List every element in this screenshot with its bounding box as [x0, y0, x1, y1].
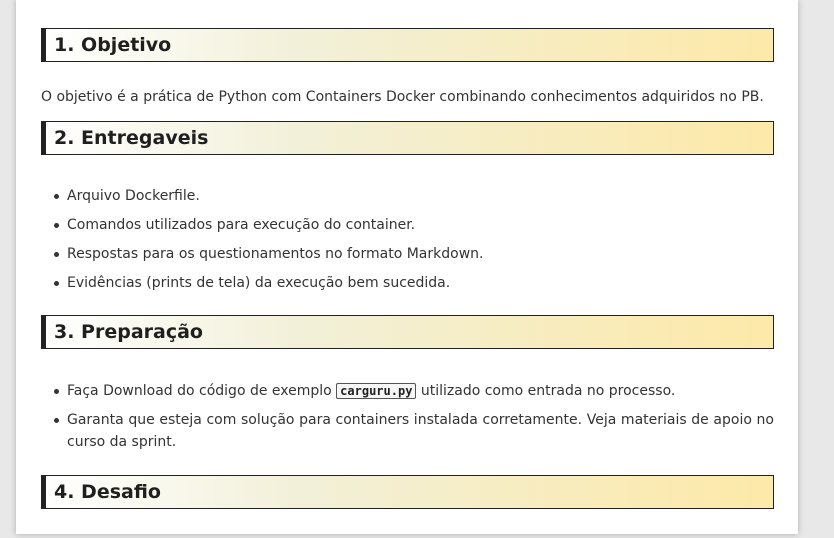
- section-heading-desafio: 4. Desafio: [41, 475, 774, 509]
- section-title: 3. Preparação: [54, 321, 203, 343]
- list-item-text: Comandos utilizados para execução do con…: [67, 217, 416, 233]
- section-heading-objetivo: 1. Objetivo: [41, 28, 774, 62]
- bullet-icon: [54, 389, 59, 394]
- inline-code-filename: carguru.py: [336, 383, 417, 399]
- bullet-icon: [54, 223, 59, 228]
- objetivo-paragraph: O objetivo é a prática de Python com Con…: [41, 89, 764, 105]
- section-heading-entregaveis: 2. Entregaveis: [41, 121, 774, 155]
- preparacao-list: Faça Download do código de exemplo cargu…: [41, 380, 774, 453]
- entregaveis-list: Arquivo Dockerfile. Comandos utilizados …: [41, 185, 774, 294]
- list-item-text: Respostas para os questionamentos no for…: [67, 246, 484, 262]
- bullet-icon: [54, 418, 59, 423]
- bullet-icon: [54, 252, 59, 257]
- list-item: Garanta que esteja com solução para cont…: [41, 409, 774, 453]
- list-item-text: Faça Download do código de exemplo: [67, 383, 337, 399]
- section-title: 2. Entregaveis: [54, 127, 209, 149]
- list-item: Respostas para os questionamentos no for…: [41, 243, 774, 265]
- document-content: 1. Objetivo O objetivo é a prática de Py…: [41, 28, 774, 509]
- list-item-text: Evidências (prints de tela) da execução …: [67, 275, 451, 291]
- bullet-icon: [54, 281, 59, 286]
- section-title: 4. Desafio: [54, 481, 161, 503]
- section-heading-preparacao: 3. Preparação: [41, 315, 774, 349]
- list-item-text: Arquivo Dockerfile.: [67, 188, 200, 204]
- list-item: Faça Download do código de exemplo cargu…: [41, 380, 774, 402]
- list-item: Arquivo Dockerfile.: [41, 185, 774, 207]
- bullet-icon: [54, 194, 59, 199]
- list-item-text: Garanta que esteja com solução para cont…: [67, 412, 774, 450]
- list-item: Comandos utilizados para execução do con…: [41, 214, 774, 236]
- list-item-text: utilizado como entrada no processo.: [416, 383, 676, 399]
- section-title: 1. Objetivo: [54, 34, 172, 56]
- list-item: Evidências (prints de tela) da execução …: [41, 272, 774, 294]
- document-page: 1. Objetivo O objetivo é a prática de Py…: [16, 0, 798, 534]
